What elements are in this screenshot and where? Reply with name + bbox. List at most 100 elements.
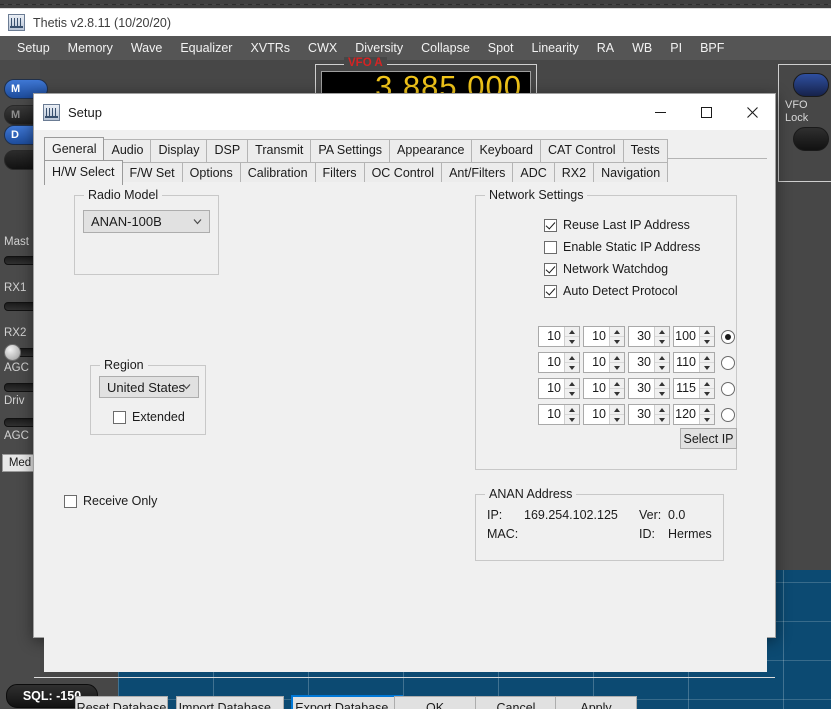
menu-item-memory[interactable]: Memory (59, 39, 122, 57)
rx2-slider-knob[interactable] (4, 344, 21, 361)
ip-row-4-octet-4-spinner[interactable] (699, 405, 714, 424)
menu-item-equalizer[interactable]: Equalizer (171, 39, 241, 57)
ip-row-2-octet-4-spinner[interactable] (699, 353, 714, 372)
ip-row-2-octet-1-spinner[interactable] (564, 353, 579, 372)
ip-row-1-octet-1-spinner[interactable] (564, 327, 579, 346)
ip-row-4-octet-3-spinner[interactable] (654, 405, 669, 424)
tab-audio[interactable]: Audio (103, 139, 152, 162)
enable-static-ip-row[interactable]: Enable Static IP Address (544, 240, 700, 254)
vfo-lock-button-bottom[interactable] (793, 127, 829, 151)
auto-detect-protocol-checkbox[interactable] (544, 284, 557, 298)
ip-row-2-octet-3-spinner[interactable] (654, 353, 669, 372)
menu-item-spot[interactable]: Spot (479, 39, 523, 57)
ip-row-2-octet-2-value: 10 (592, 355, 606, 369)
ip-row-1-octet-3-value: 30 (637, 329, 651, 343)
tab-pa-settings[interactable]: PA Settings (310, 139, 391, 162)
ip-row-4-octet-1[interactable]: 10 (538, 404, 580, 425)
enable-static-ip-checkbox[interactable] (544, 240, 557, 254)
setup-dialog: Setup General Audio Display DSP Transmit… (33, 93, 776, 709)
tab-tests[interactable]: Tests (622, 139, 668, 162)
tab-cat-control[interactable]: CAT Control (539, 139, 624, 162)
ip-row-1-octet-4-spinner[interactable] (699, 327, 714, 346)
ip-row-3-octet-4[interactable]: 115 (673, 378, 715, 399)
setup-dialog-title: Setup (68, 104, 102, 120)
ip-row-1-octet-3[interactable]: 30 (628, 326, 670, 347)
menu-item-xvtrs[interactable]: XVTRs (241, 39, 299, 57)
menu-item-pi[interactable]: PI (661, 39, 691, 57)
tab-hw-select[interactable]: H/W Select (44, 160, 123, 185)
menu-item-bpf[interactable]: BPF (691, 39, 733, 57)
ip-row-1-octet-4[interactable]: 100 (673, 326, 715, 347)
radio-model-value: ANAN-100B (91, 214, 162, 229)
menu-item-ra[interactable]: RA (588, 39, 623, 57)
ip-row-2-octet-4[interactable]: 110 (673, 352, 715, 373)
vfo-lock-label-1: VFO (785, 99, 808, 111)
ip-row-4-octet-1-value: 10 (547, 407, 561, 421)
tab-general[interactable]: General (44, 137, 105, 162)
vfo-lock-button-top[interactable] (793, 73, 829, 97)
reuse-last-ip-checkbox[interactable] (544, 218, 557, 232)
menu-item-collapse[interactable]: Collapse (412, 39, 479, 57)
ip-row-2-radio[interactable] (721, 356, 735, 370)
menu-item-cwx[interactable]: CWX (299, 39, 346, 57)
radio-model-select[interactable]: ANAN-100B (83, 210, 210, 233)
extended-checkbox-row[interactable]: Extended (113, 410, 185, 424)
tab-appearance[interactable]: Appearance (389, 139, 473, 162)
ip-row-3-octet-2-spinner[interactable] (609, 379, 624, 398)
region-select[interactable]: United States (99, 376, 199, 398)
ip-row-4-octet-3[interactable]: 30 (628, 404, 670, 425)
ip-row-2-octet-2[interactable]: 10 (583, 352, 625, 373)
ip-row-2-octet-2-spinner[interactable] (609, 353, 624, 372)
ip-row-3-octet-1-spinner[interactable] (564, 379, 579, 398)
import-database-button[interactable]: Import Database... (176, 696, 284, 709)
reset-database-button[interactable]: Reset Database (75, 696, 168, 709)
auto-detect-protocol-row[interactable]: Auto Detect Protocol (544, 284, 678, 298)
extended-checkbox[interactable] (113, 410, 126, 424)
menu-item-wb[interactable]: WB (623, 39, 661, 57)
ip-row-4-octet-2-spinner[interactable] (609, 405, 624, 424)
network-watchdog-checkbox[interactable] (544, 262, 557, 276)
ip-row-4-octet-2[interactable]: 10 (583, 404, 625, 425)
ip-row-3-octet-3-spinner[interactable] (654, 379, 669, 398)
ip-row-4-octet-1-spinner[interactable] (564, 405, 579, 424)
setup-dialog-titlebar[interactable]: Setup (34, 94, 775, 130)
ip-row-3-octet-3[interactable]: 30 (628, 378, 670, 399)
menu-item-diversity[interactable]: Diversity (346, 39, 412, 57)
ip-row-3-radio[interactable] (721, 382, 735, 396)
ip-row-3-octet-2[interactable]: 10 (583, 378, 625, 399)
menu-item-linearity[interactable]: Linearity (523, 39, 588, 57)
tab-transmit[interactable]: Transmit (247, 139, 312, 162)
ip-row-1-octet-2-spinner[interactable] (609, 327, 624, 346)
menu-item-wave[interactable]: Wave (122, 39, 172, 57)
ip-row-4-octet-4[interactable]: 120 (673, 404, 715, 425)
ip-row-2-octet-3[interactable]: 30 (628, 352, 670, 373)
ok-button[interactable]: OK (394, 696, 476, 709)
tab-keyboard[interactable]: Keyboard (471, 139, 541, 162)
tab-display[interactable]: Display (150, 139, 208, 162)
ip-row-3-octet-4-spinner[interactable] (699, 379, 714, 398)
ip-row-4-radio[interactable] (721, 408, 735, 422)
ip-row-4-octet-2-value: 10 (592, 407, 606, 421)
tab-dsp[interactable]: DSP (206, 139, 249, 162)
minimize-icon[interactable] (637, 94, 683, 130)
close-icon[interactable] (729, 94, 775, 130)
select-ip-button[interactable]: Select IP (680, 428, 737, 449)
cancel-button[interactable]: Cancel (475, 696, 557, 709)
ip-row-2-octet-1[interactable]: 10 (538, 352, 580, 373)
apply-button[interactable]: Apply (555, 696, 637, 709)
network-watchdog-row[interactable]: Network Watchdog (544, 262, 668, 276)
export-database-button[interactable]: Export Database... (291, 695, 403, 709)
network-watchdog-label: Network Watchdog (563, 262, 669, 276)
ip-row-1-octet-3-spinner[interactable] (654, 327, 669, 346)
ip-row-1-octet-2[interactable]: 10 (583, 326, 625, 347)
ip-row-1-radio[interactable] (721, 330, 735, 344)
menu-item-setup[interactable]: Setup (8, 39, 59, 57)
receive-only-checkbox[interactable] (64, 494, 77, 508)
ip-row-1-octet-1[interactable]: 10 (538, 326, 580, 347)
maximize-icon[interactable] (683, 94, 729, 130)
ip-row-3-octet-1[interactable]: 10 (538, 378, 580, 399)
receive-only-label: Receive Only (83, 494, 158, 508)
reuse-last-ip-row[interactable]: Reuse Last IP Address (544, 218, 690, 232)
receive-only-row[interactable]: Receive Only (64, 494, 157, 508)
enable-static-ip-label: Enable Static IP Address (563, 240, 701, 254)
